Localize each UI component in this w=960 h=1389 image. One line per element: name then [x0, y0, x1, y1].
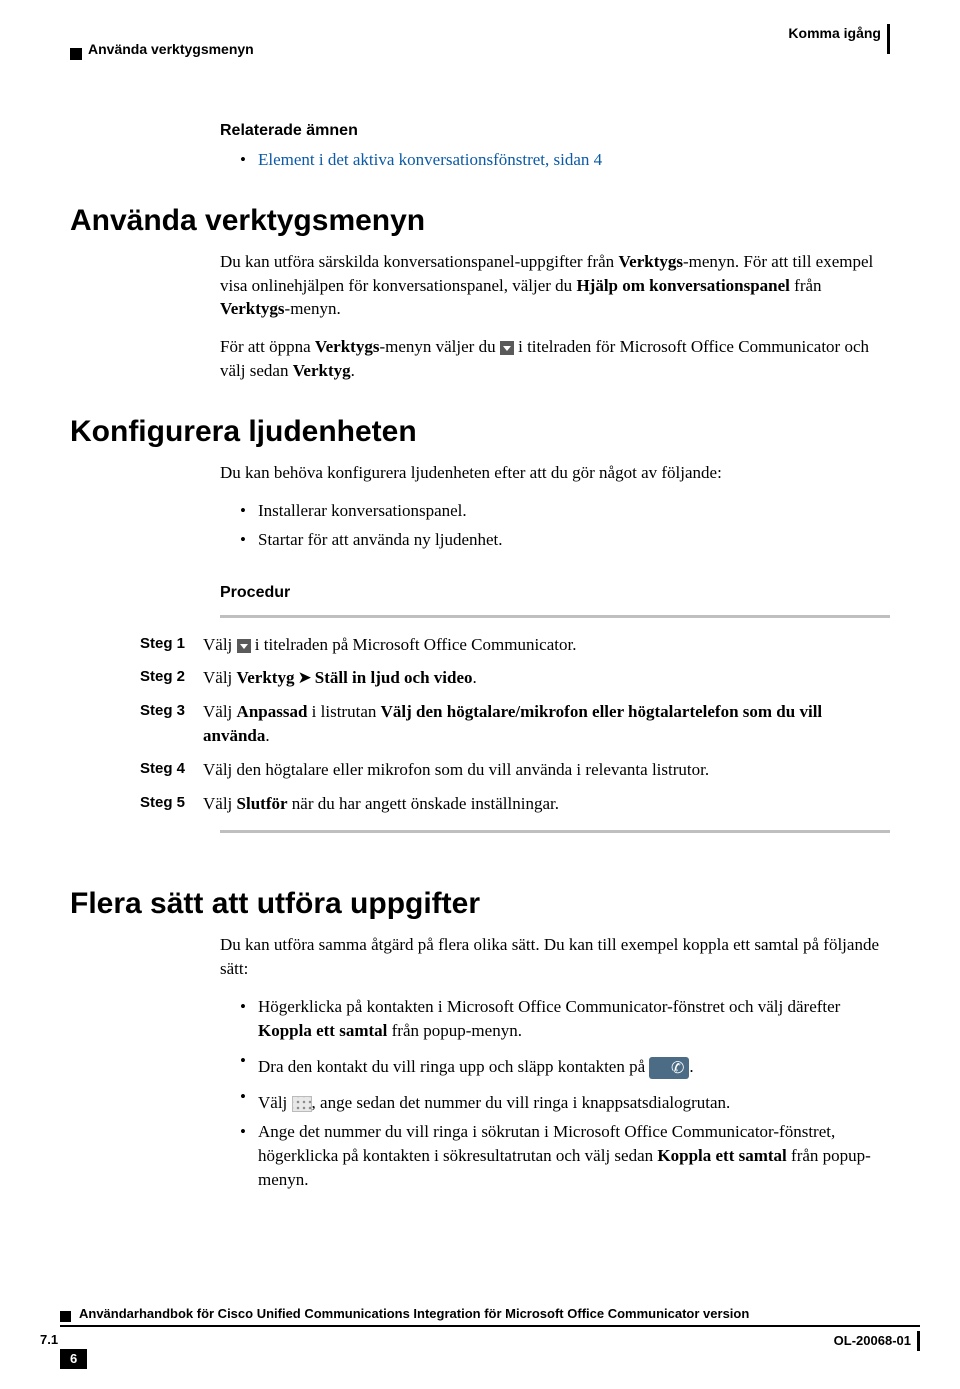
- list-item: Ange det nummer du vill ringa i sökrutan…: [240, 1120, 890, 1191]
- step-label: Steg 5: [140, 787, 203, 821]
- list-item: Välj , ange sedan det nummer du vill rin…: [240, 1085, 890, 1115]
- tools-menu-paragraph-1: Du kan utföra särskilda konversationspan…: [220, 250, 890, 321]
- multiple-ways-intro: Du kan utföra samma åtgärd på flera olik…: [220, 933, 890, 981]
- tools-menu-paragraph-2: För att öppna Verktygs-menyn väljer du i…: [220, 335, 890, 383]
- related-link[interactable]: Element i det aktiva konversationsfönstr…: [258, 150, 602, 169]
- menu-separator-icon: ➤: [297, 668, 311, 687]
- step-text: Välj Anpassad i listrutan Välj den högta…: [203, 695, 890, 753]
- section-heading-configure-audio: Konfigurera ljudenheten: [70, 411, 890, 453]
- step-label: Steg 1: [140, 628, 203, 662]
- procedure-heading: Procedur: [220, 582, 890, 604]
- footer-marker: [60, 1311, 71, 1322]
- header-bar-right: [887, 24, 890, 54]
- list-item: Dra den kontakt du vill ringa upp och sl…: [240, 1049, 890, 1079]
- step-label: Steg 2: [140, 661, 203, 695]
- related-topics-heading: Relaterade ämnen: [220, 120, 890, 142]
- header-section-right: Komma igång: [788, 24, 881, 44]
- step-text: Välj i titelraden på Microsoft Office Co…: [203, 628, 890, 662]
- phone-icon: [649, 1057, 689, 1079]
- step-text: Välj Verktyg➤Ställ in ljud och video.: [203, 661, 890, 695]
- page-number: 6: [60, 1349, 87, 1369]
- dropdown-icon: [500, 341, 514, 355]
- footer-version: 7.1: [40, 1331, 58, 1349]
- keypad-icon: [292, 1096, 312, 1112]
- section-heading-tools-menu: Använda verktygsmenyn: [70, 200, 890, 242]
- footer-title: Användarhandbok för Cisco Unified Commun…: [79, 1305, 749, 1323]
- section-heading-multiple-ways: Flera sätt att utföra uppgifter: [70, 883, 890, 925]
- list-item: Installerar konversationspanel.: [240, 499, 890, 523]
- header-marker-left: [70, 48, 82, 60]
- step-label: Steg 3: [140, 695, 203, 753]
- list-item: Startar för att använda ny ljudenhet.: [240, 528, 890, 552]
- configure-audio-intro: Du kan behöva konfigurera ljudenheten ef…: [220, 461, 890, 485]
- step-label: Steg 4: [140, 753, 203, 787]
- header-section-left: Använda verktygsmenyn: [88, 40, 254, 60]
- footer-bar: [917, 1331, 920, 1351]
- list-item: Högerklicka på kontakten i Microsoft Off…: [240, 995, 890, 1043]
- footer-doc-id: OL-20068-01: [834, 1332, 911, 1350]
- step-text: Välj Slutför när du har angett önskade i…: [203, 787, 890, 821]
- step-text: Välj den högtalare eller mikrofon som du…: [203, 753, 890, 787]
- divider: [220, 830, 890, 833]
- divider: [220, 615, 890, 618]
- dropdown-icon: [237, 639, 251, 653]
